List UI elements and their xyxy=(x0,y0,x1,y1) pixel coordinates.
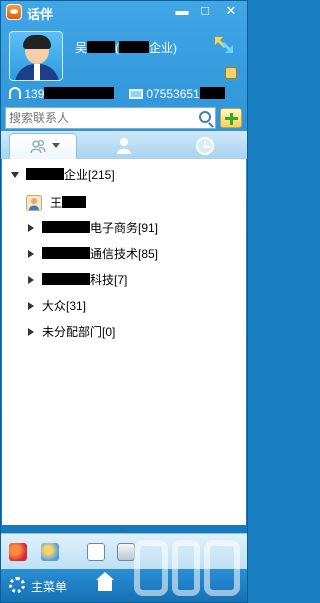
group-label: 科技[7] xyxy=(90,273,128,287)
tab-contacts[interactable] xyxy=(9,133,77,159)
user-icon xyxy=(26,195,42,211)
contacts-icon xyxy=(30,139,46,154)
office-prefix: 07553651 xyxy=(146,87,200,101)
expand-arrow-icon[interactable] xyxy=(28,224,34,232)
gear-icon[interactable] xyxy=(9,577,25,593)
bell-icon[interactable] xyxy=(225,67,237,79)
expand-arrow-icon[interactable] xyxy=(28,250,34,258)
mobile-line: 139 xyxy=(9,87,115,101)
tree-group[interactable]: 电子商务[91] xyxy=(2,217,246,239)
tree-group[interactable]: 未分配部门[0] xyxy=(2,321,246,343)
redacted-block xyxy=(62,196,87,208)
tab-single-contact[interactable] xyxy=(91,133,159,159)
headset-icon xyxy=(9,87,21,99)
expand-arrow-icon[interactable] xyxy=(28,328,34,336)
contact-tree: 企业[215] 王 电子商务[91] 通信技术[85] 科技[7] 大众[31]… xyxy=(2,159,246,525)
person-icon xyxy=(117,138,131,154)
monitor-icon xyxy=(129,89,143,99)
tree-group[interactable]: 通信技术[85] xyxy=(2,243,246,265)
tab-bar xyxy=(1,131,247,159)
root-label: 企业[215] xyxy=(64,168,115,182)
group-chat-icon[interactable] xyxy=(9,543,27,561)
watermark-logo xyxy=(134,540,240,596)
redacted-block xyxy=(42,221,90,233)
expand-arrow-icon[interactable] xyxy=(28,276,34,284)
maximize-button[interactable]: □ xyxy=(196,3,214,19)
redacted-block xyxy=(87,41,116,53)
search-icon[interactable] xyxy=(199,111,211,123)
expand-arrows-icon[interactable] xyxy=(213,35,235,55)
search-input[interactable] xyxy=(6,108,186,128)
company-suffix: 企业) xyxy=(149,41,178,55)
office-line: 07553651 xyxy=(129,87,225,101)
contact-card-icon[interactable] xyxy=(87,543,105,561)
message-icon[interactable] xyxy=(41,543,59,561)
member-name: 王 xyxy=(50,196,63,210)
group-label: 大众[31] xyxy=(42,299,87,313)
avatar[interactable] xyxy=(9,31,63,81)
tree-member[interactable]: 王 xyxy=(2,192,246,214)
minimize-button[interactable]: ▬ xyxy=(173,3,191,19)
tree-root[interactable]: 企业[215] xyxy=(2,164,246,186)
search-box[interactable] xyxy=(5,107,216,129)
user-name-prefix: 吴 xyxy=(75,41,88,55)
tab-recent[interactable] xyxy=(171,133,239,159)
redacted-block xyxy=(44,87,115,99)
window-title: 话伴 xyxy=(27,7,54,22)
redacted-block xyxy=(119,41,150,53)
collapse-toolbar-handle[interactable] xyxy=(118,527,126,532)
clock-icon xyxy=(196,137,214,155)
mobile-prefix: 139 xyxy=(24,87,45,101)
group-label: 通信技术[85] xyxy=(90,247,159,261)
collapse-arrow-icon[interactable] xyxy=(11,172,19,178)
main-menu-button[interactable]: 主菜单 xyxy=(31,578,67,595)
title-bar[interactable]: 话伴 ▬ □ ✕ xyxy=(1,1,247,23)
redacted-block xyxy=(42,273,90,285)
redacted-block xyxy=(199,87,225,99)
user-name[interactable]: 吴(企业) xyxy=(75,39,177,56)
app-logo-icon xyxy=(6,4,22,20)
tree-group[interactable]: 科技[7] xyxy=(2,269,246,291)
expand-arrow-icon[interactable] xyxy=(28,302,34,310)
redacted-block xyxy=(42,247,90,259)
chevron-down-icon[interactable] xyxy=(52,143,60,148)
app-window: 话伴 ▬ □ ✕ 吴(企业) 139 07553651 搜索联系人 企业[215… xyxy=(0,0,248,603)
home-icon[interactable] xyxy=(96,572,114,591)
group-label: 电子商务[91] xyxy=(90,221,159,235)
tree-group[interactable]: 大众[31] xyxy=(2,295,246,317)
add-contact-button[interactable] xyxy=(220,108,242,128)
group-label: 未分配部门[0] xyxy=(42,325,116,339)
close-button[interactable]: ✕ xyxy=(222,3,240,19)
redacted-block xyxy=(26,168,64,180)
